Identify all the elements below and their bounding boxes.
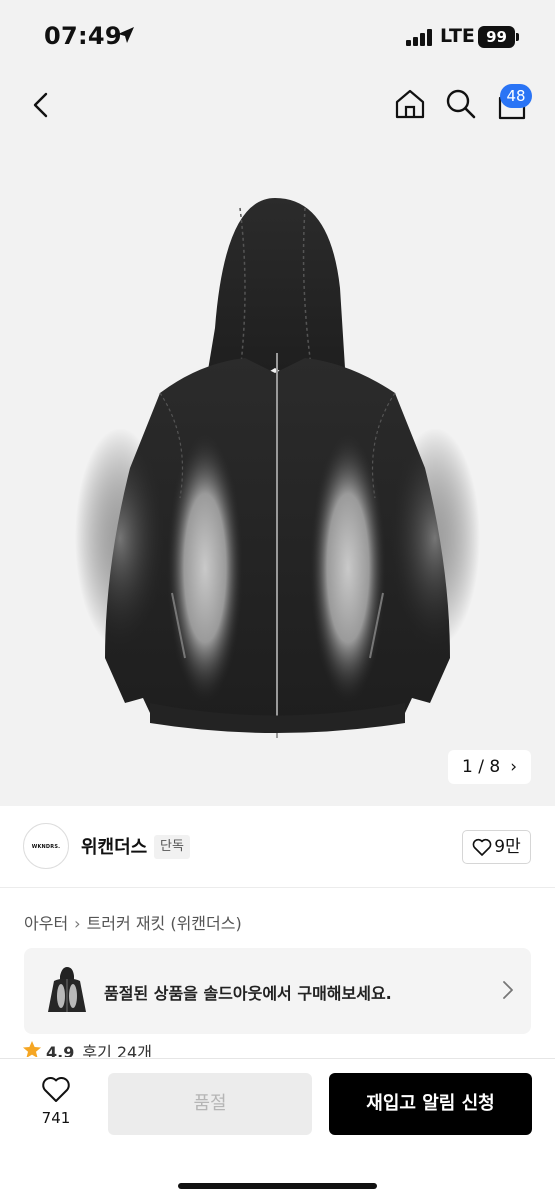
heart-icon [42, 1076, 70, 1102]
brand-like-button[interactable]: 9만 [462, 830, 531, 864]
status-time: 07:49 [44, 22, 122, 50]
battery-icon: 99 [478, 26, 519, 48]
restock-alert-button[interactable]: 재입고 알림 신청 [329, 1073, 532, 1135]
product-jacket-image [75, 198, 480, 738]
back-icon[interactable] [26, 88, 58, 122]
breadcrumb: 아우터 › 트러커 재킷 (위캔더스) [24, 910, 242, 934]
banner-text: 품절된 상품을 솔드아웃에서 구매해보세요. [104, 984, 392, 1003]
brand-like-count: 9만 [494, 837, 521, 857]
search-icon[interactable] [445, 87, 477, 121]
brand-name[interactable]: 위캔더스 [81, 833, 147, 859]
signal-icon [406, 29, 434, 46]
review-count: 후기 24개 [82, 1043, 152, 1057]
rating-row[interactable]: 4.9 후기 24개 [22, 1039, 152, 1057]
nav-bar [0, 74, 555, 138]
exclusive-tag: 단독 [154, 835, 190, 859]
pager-text: 1 / 8 [462, 757, 501, 777]
brand-row: WKNDRS. 위캔더스 단독 9만 [0, 806, 555, 888]
star-icon [23, 1041, 41, 1057]
soldout-market-banner[interactable]: 품절된 상품을 솔드아웃에서 구매해보세요. [24, 948, 531, 1034]
brand-logo[interactable]: WKNDRS. [23, 823, 69, 869]
wishlist-button[interactable]: 741 [30, 1075, 82, 1127]
chevron-right-icon: › [510, 757, 517, 777]
cart-count-badge: 48 [500, 84, 532, 108]
home-icon[interactable] [394, 87, 426, 121]
status-bar: 07:49 LTE 99 [0, 0, 555, 74]
soldout-button: 품절 [108, 1073, 312, 1135]
bottom-action-bar: 741 품절 재입고 알림 신청 [0, 1058, 555, 1200]
gallery-pager[interactable]: 1 / 8 › [448, 750, 531, 784]
product-image-gallery[interactable]: 1 / 8 › [0, 138, 555, 806]
location-arrow-icon [118, 27, 134, 43]
chevron-right-icon: › [74, 914, 81, 933]
wishlist-count: 741 [41, 1109, 71, 1127]
rating-score: 4.9 [46, 1043, 75, 1057]
home-indicator [178, 1183, 377, 1189]
chevron-right-icon [503, 981, 513, 999]
network-label: LTE [440, 25, 475, 47]
heart-icon [472, 838, 492, 856]
breadcrumb-product[interactable]: 트러커 재킷 (위캔더스) [87, 914, 242, 933]
jacket-thumbnail [48, 967, 86, 1012]
breadcrumb-category[interactable]: 아우터 [24, 914, 68, 933]
